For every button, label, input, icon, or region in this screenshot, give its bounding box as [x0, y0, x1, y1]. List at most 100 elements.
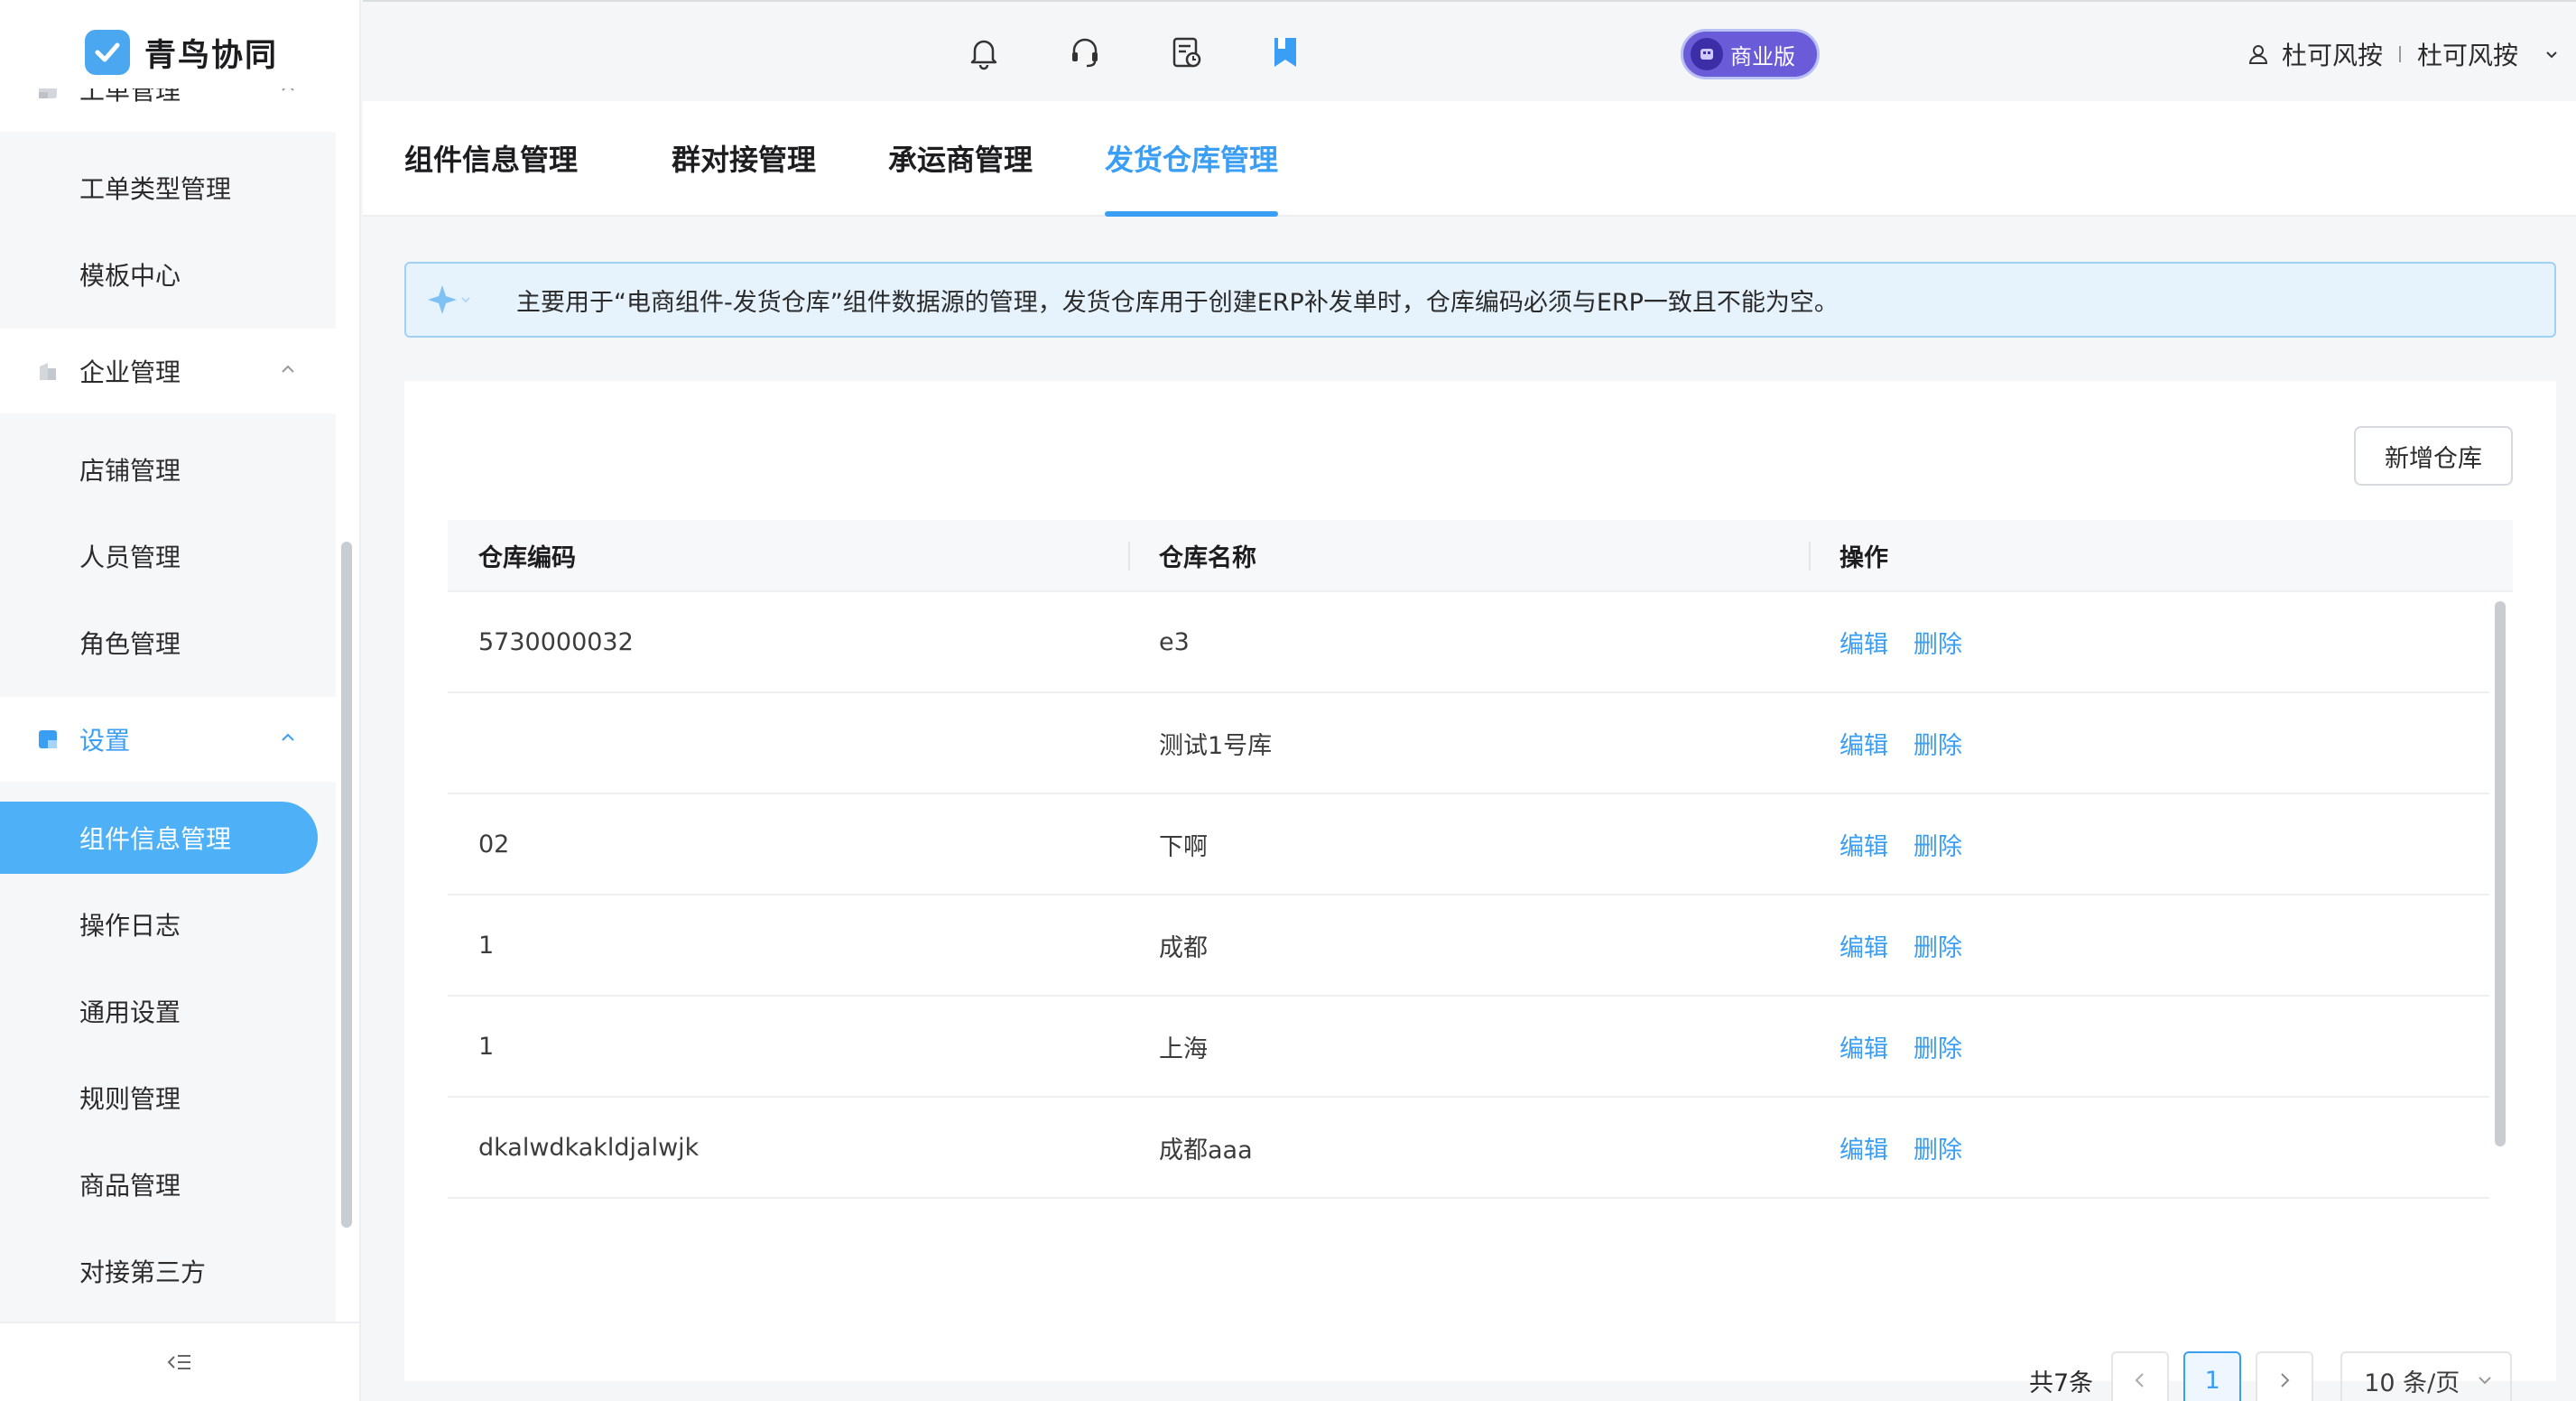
submenu-settings: 组件信息管理 操作日志 通用设置 规则管理 商品管理 对接第三方 — [0, 782, 336, 1322]
cell-code: 1 — [478, 1032, 495, 1061]
plan-badge[interactable]: 商业版 — [1681, 29, 1820, 79]
prev-page-button[interactable] — [2111, 1351, 2170, 1401]
page-size-select[interactable]: 10 条/页 — [2340, 1351, 2513, 1401]
table-header: 仓库编码 仓库名称 操作 — [448, 520, 2513, 592]
page-number-button[interactable]: 1 — [2183, 1351, 2242, 1401]
user-separator — [2399, 46, 2402, 62]
collapse-menu-icon — [167, 1355, 190, 1369]
table-row: 5730000032 e3 编辑 删除 — [448, 592, 2489, 693]
building-icon — [36, 359, 60, 383]
cell-name: 成都aaa — [1159, 1136, 1253, 1164]
app-logo[interactable]: 青鸟协同 — [85, 27, 278, 78]
org-name: 杜可风按 — [2417, 41, 2519, 70]
sparkle-icon — [428, 285, 470, 314]
tab-shipping-warehouse[interactable]: 发货仓库管理 — [1105, 137, 1279, 217]
menu-group-ticket[interactable]: 工单管理 — [0, 88, 336, 132]
table-row: dkalwdkakldjalwjk 成都aaa 编辑 删除 — [448, 1098, 2489, 1199]
chevron-up-icon — [282, 365, 294, 373]
cell-name: e3 — [1159, 627, 1190, 656]
sidebar-item-templates[interactable]: 模板中心 — [0, 231, 336, 318]
edit-link[interactable]: 编辑 — [1839, 625, 1888, 660]
delete-link[interactable]: 删除 — [1913, 625, 1962, 660]
menu-group-settings[interactable]: 设置 — [0, 697, 336, 782]
table-scrollbar[interactable] — [2495, 601, 2506, 1146]
cell-code: 5730000032 — [478, 627, 634, 656]
edit-link[interactable]: 编辑 — [1839, 726, 1888, 761]
sidebar-item-stores[interactable]: 店铺管理 — [0, 426, 336, 513]
sidebar-item-ticket-types[interactable]: 工单类型管理 — [0, 144, 336, 231]
tab-carrier[interactable]: 承运商管理 — [888, 137, 1033, 217]
tab-bar: 组件信息管理 群对接管理 承运商管理 发货仓库管理 — [363, 101, 2576, 217]
plan-badge-label: 商业版 — [1730, 43, 1795, 70]
cell-code: dkalwdkakldjalwjk — [478, 1133, 700, 1162]
bookmark-icon[interactable] — [1265, 32, 1305, 72]
next-page-button[interactable] — [2256, 1351, 2314, 1401]
table-row: 1 成都 编辑 删除 — [448, 895, 2489, 997]
menu-group-label: 工单管理 — [79, 88, 181, 106]
main-content: 组件信息管理 群对接管理 承运商管理 发货仓库管理 主要用于“电商组件-发货仓库… — [363, 101, 2576, 1401]
chevron-down-icon — [2546, 51, 2557, 59]
menu-group-enterprise[interactable]: 企业管理 — [0, 329, 336, 413]
column-header-name: 仓库名称 — [1159, 543, 1256, 572]
collapse-sidebar-button[interactable] — [0, 1322, 359, 1401]
delete-link[interactable]: 删除 — [1913, 726, 1962, 761]
cell-name: 下啊 — [1159, 832, 1208, 861]
page-size-value: 10 条/页 — [2364, 1369, 2460, 1397]
delete-link[interactable]: 删除 — [1913, 827, 1962, 862]
edit-link[interactable]: 编辑 — [1839, 1029, 1888, 1064]
cell-name: 成都 — [1159, 933, 1208, 962]
sidebar-item-products[interactable]: 商品管理 — [0, 1141, 336, 1228]
logo-check-icon — [85, 30, 130, 75]
plan-crown-icon — [1691, 38, 1723, 70]
add-warehouse-button[interactable]: 新增仓库 — [2354, 426, 2513, 486]
cell-actions: 编辑 删除 — [1809, 1029, 2489, 1064]
delete-link[interactable]: 删除 — [1913, 1029, 1962, 1064]
info-notice: 主要用于“电商组件-发货仓库”组件数据源的管理，发货仓库用于创建ERP补发单时，… — [404, 262, 2556, 338]
column-header-code: 仓库编码 — [478, 543, 576, 572]
sidebar-item-operation-log[interactable]: 操作日志 — [0, 881, 336, 968]
cell-code: 1 — [478, 931, 495, 960]
edit-link[interactable]: 编辑 — [1839, 928, 1888, 963]
cell-actions: 编辑 删除 — [1809, 726, 2489, 761]
settings-doc-icon — [36, 728, 60, 751]
headset-icon[interactable] — [1065, 32, 1105, 72]
cell-actions: 编辑 删除 — [1809, 625, 2489, 660]
bell-icon[interactable] — [964, 32, 1004, 72]
cell-actions: 编辑 删除 — [1809, 1130, 2489, 1165]
warehouse-card: 新增仓库 仓库编码 仓库名称 操作 5730000032 e3 编辑 删除 测试… — [404, 381, 2556, 1401]
chevron-up-icon — [282, 733, 294, 741]
notice-text: 主要用于“电商组件-发货仓库”组件数据源的管理，发货仓库用于创建ERP补发单时，… — [516, 288, 1839, 317]
sidebar-item-rules[interactable]: 规则管理 — [0, 1054, 336, 1141]
delete-link[interactable]: 删除 — [1913, 1130, 1962, 1165]
sidebar-item-component-info[interactable]: 组件信息管理 — [0, 802, 318, 874]
report-icon[interactable] — [1166, 32, 1206, 72]
sidebar-item-general-settings[interactable]: 通用设置 — [0, 968, 336, 1054]
app-name: 青鸟协同 — [144, 37, 279, 74]
cell-code: 02 — [478, 830, 510, 858]
delete-link[interactable]: 删除 — [1913, 928, 1962, 963]
edit-link[interactable]: 编辑 — [1839, 827, 1888, 862]
ticket-icon — [36, 88, 60, 101]
menu-group-label: 企业管理 — [79, 357, 181, 387]
warehouse-table: 仓库编码 仓库名称 操作 5730000032 e3 编辑 删除 测试1号库 编… — [448, 520, 2513, 1199]
total-count: 共7条 — [2029, 1369, 2094, 1397]
chevron-right-icon — [2281, 1373, 2290, 1387]
sidebar-menu: 工单管理 工单类型管理 模板中心 企业管理 店铺管理 人员管理 角色管理 设置 — [0, 88, 336, 1322]
sidebar-item-third-party[interactable]: 对接第三方 — [0, 1228, 336, 1314]
pagination: 共7条 1 10 条/页 — [2029, 1350, 2513, 1401]
sidebar-item-staff[interactable]: 人员管理 — [0, 513, 336, 599]
table-row: 1 上海 编辑 删除 — [448, 997, 2489, 1098]
submenu-ticket: 工单类型管理 模板中心 — [0, 132, 336, 329]
sidebar-scrollbar[interactable] — [341, 542, 352, 1228]
user-menu[interactable]: 杜可风按 杜可风按 — [2246, 29, 2562, 79]
cell-actions: 编辑 删除 — [1809, 928, 2489, 963]
column-divider — [1128, 542, 1130, 571]
sidebar-item-roles[interactable]: 角色管理 — [0, 599, 336, 686]
edit-link[interactable]: 编辑 — [1839, 1130, 1888, 1165]
tab-group-integration[interactable]: 群对接管理 — [672, 137, 816, 217]
chevron-left-icon — [2135, 1373, 2144, 1387]
column-header-actions: 操作 — [1839, 543, 1888, 572]
column-divider — [1809, 542, 1811, 571]
tab-component-info[interactable]: 组件信息管理 — [404, 137, 578, 217]
user-icon — [2248, 45, 2268, 64]
